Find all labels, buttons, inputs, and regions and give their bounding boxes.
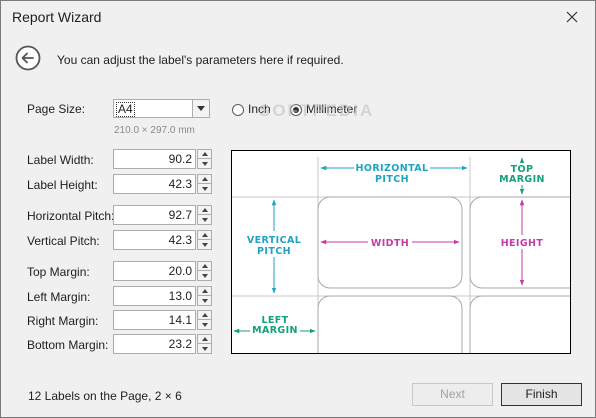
page-size-label: Page Size:	[27, 102, 86, 116]
bottom-margin-spinner[interactable]: 23.2	[113, 334, 212, 354]
right-margin-label: Right Margin:	[27, 314, 99, 328]
report-wizard-window: Report Wizard You can adjust the label's…	[0, 0, 596, 418]
horizontal-pitch-input[interactable]: 92.7	[113, 205, 196, 225]
vertical-pitch-input[interactable]: 42.3	[113, 230, 196, 250]
bottom-margin-label: Bottom Margin:	[27, 338, 109, 352]
chevron-down-icon	[197, 106, 205, 111]
label-width-spinner[interactable]: 90.2	[113, 149, 212, 169]
spin-down-icon[interactable]	[197, 184, 212, 194]
horizontal-pitch-text-2: PITCH	[375, 174, 409, 185]
spin-down-icon[interactable]	[197, 240, 212, 250]
top-margin-text-2: MARGIN	[499, 174, 545, 185]
spin-down-icon[interactable]	[197, 271, 212, 281]
horizontal-pitch-label: Horizontal Pitch:	[27, 209, 115, 223]
top-margin-spinner[interactable]: 20.0	[113, 261, 212, 281]
left-margin-text-2: MARGIN	[252, 325, 298, 336]
page-size-select[interactable]: A4	[113, 99, 210, 118]
label-height-label: Label Height:	[27, 178, 98, 192]
spin-up-icon[interactable]	[197, 261, 212, 271]
bottom-margin-input[interactable]: 23.2	[113, 334, 196, 354]
next-button[interactable]: Next	[412, 383, 493, 406]
page-size-dropdown-button[interactable]	[192, 100, 209, 117]
finish-button[interactable]: Finish	[501, 383, 582, 406]
spin-up-icon[interactable]	[197, 149, 212, 159]
page-dimensions: 210.0 × 297.0 mm	[114, 125, 195, 136]
label-width-label: Label Width:	[27, 153, 94, 167]
spin-up-icon[interactable]	[197, 310, 212, 320]
left-margin-input[interactable]: 13.0	[113, 286, 196, 306]
spin-up-icon[interactable]	[197, 205, 212, 215]
vertical-pitch-spinner[interactable]: 42.3	[113, 230, 212, 250]
labels-summary: 12 Labels on the Page, 2 × 6	[28, 389, 182, 403]
spin-up-icon[interactable]	[197, 286, 212, 296]
label-width-input[interactable]: 90.2	[113, 149, 196, 169]
vertical-pitch-text-1: VERTICAL	[247, 235, 301, 246]
right-margin-input[interactable]: 14.1	[113, 310, 196, 330]
right-margin-spinner[interactable]: 14.1	[113, 310, 212, 330]
horizontal-pitch-spinner[interactable]: 92.7	[113, 205, 212, 225]
spin-down-icon[interactable]	[197, 344, 212, 354]
preview-diagram: HORIZONTAL PITCH TOP MARGIN VERTICAL PIT…	[232, 157, 570, 353]
spin-up-icon[interactable]	[197, 174, 212, 184]
spin-down-icon[interactable]	[197, 159, 212, 169]
window-title: Report Wizard	[12, 9, 102, 25]
title-bar: Report Wizard	[1, 1, 595, 33]
spin-up-icon[interactable]	[197, 230, 212, 240]
back-arrow-icon	[15, 45, 41, 71]
top-margin-input[interactable]: 20.0	[113, 261, 196, 281]
spin-down-icon[interactable]	[197, 296, 212, 306]
spin-up-icon[interactable]	[197, 334, 212, 344]
intro-text: You can adjust the label's parameters he…	[57, 53, 344, 67]
vertical-pitch-label: Vertical Pitch:	[27, 234, 100, 248]
close-icon	[566, 11, 578, 22]
top-margin-label: Top Margin:	[27, 265, 90, 279]
watermark: SOFTPEDIA	[259, 101, 375, 120]
label-rect	[317, 295, 463, 353]
label-height-spinner[interactable]: 42.3	[113, 174, 212, 194]
spin-down-icon[interactable]	[197, 215, 212, 225]
width-text: WIDTH	[371, 238, 409, 249]
left-margin-spinner[interactable]: 13.0	[113, 286, 212, 306]
inch-radio[interactable]	[232, 104, 244, 116]
height-text: HEIGHT	[501, 238, 544, 249]
left-margin-label: Left Margin:	[27, 290, 91, 304]
close-button[interactable]	[549, 1, 595, 32]
vertical-pitch-text-2: PITCH	[257, 246, 291, 257]
label-layout-preview: HORIZONTAL PITCH TOP MARGIN VERTICAL PIT…	[231, 150, 571, 354]
horizontal-pitch-text-1: HORIZONTAL	[356, 163, 429, 174]
back-button[interactable]	[15, 45, 41, 71]
label-height-input[interactable]: 42.3	[113, 174, 196, 194]
spin-down-icon[interactable]	[197, 320, 212, 330]
page-size-value: A4	[116, 102, 135, 117]
label-rect	[469, 295, 570, 353]
